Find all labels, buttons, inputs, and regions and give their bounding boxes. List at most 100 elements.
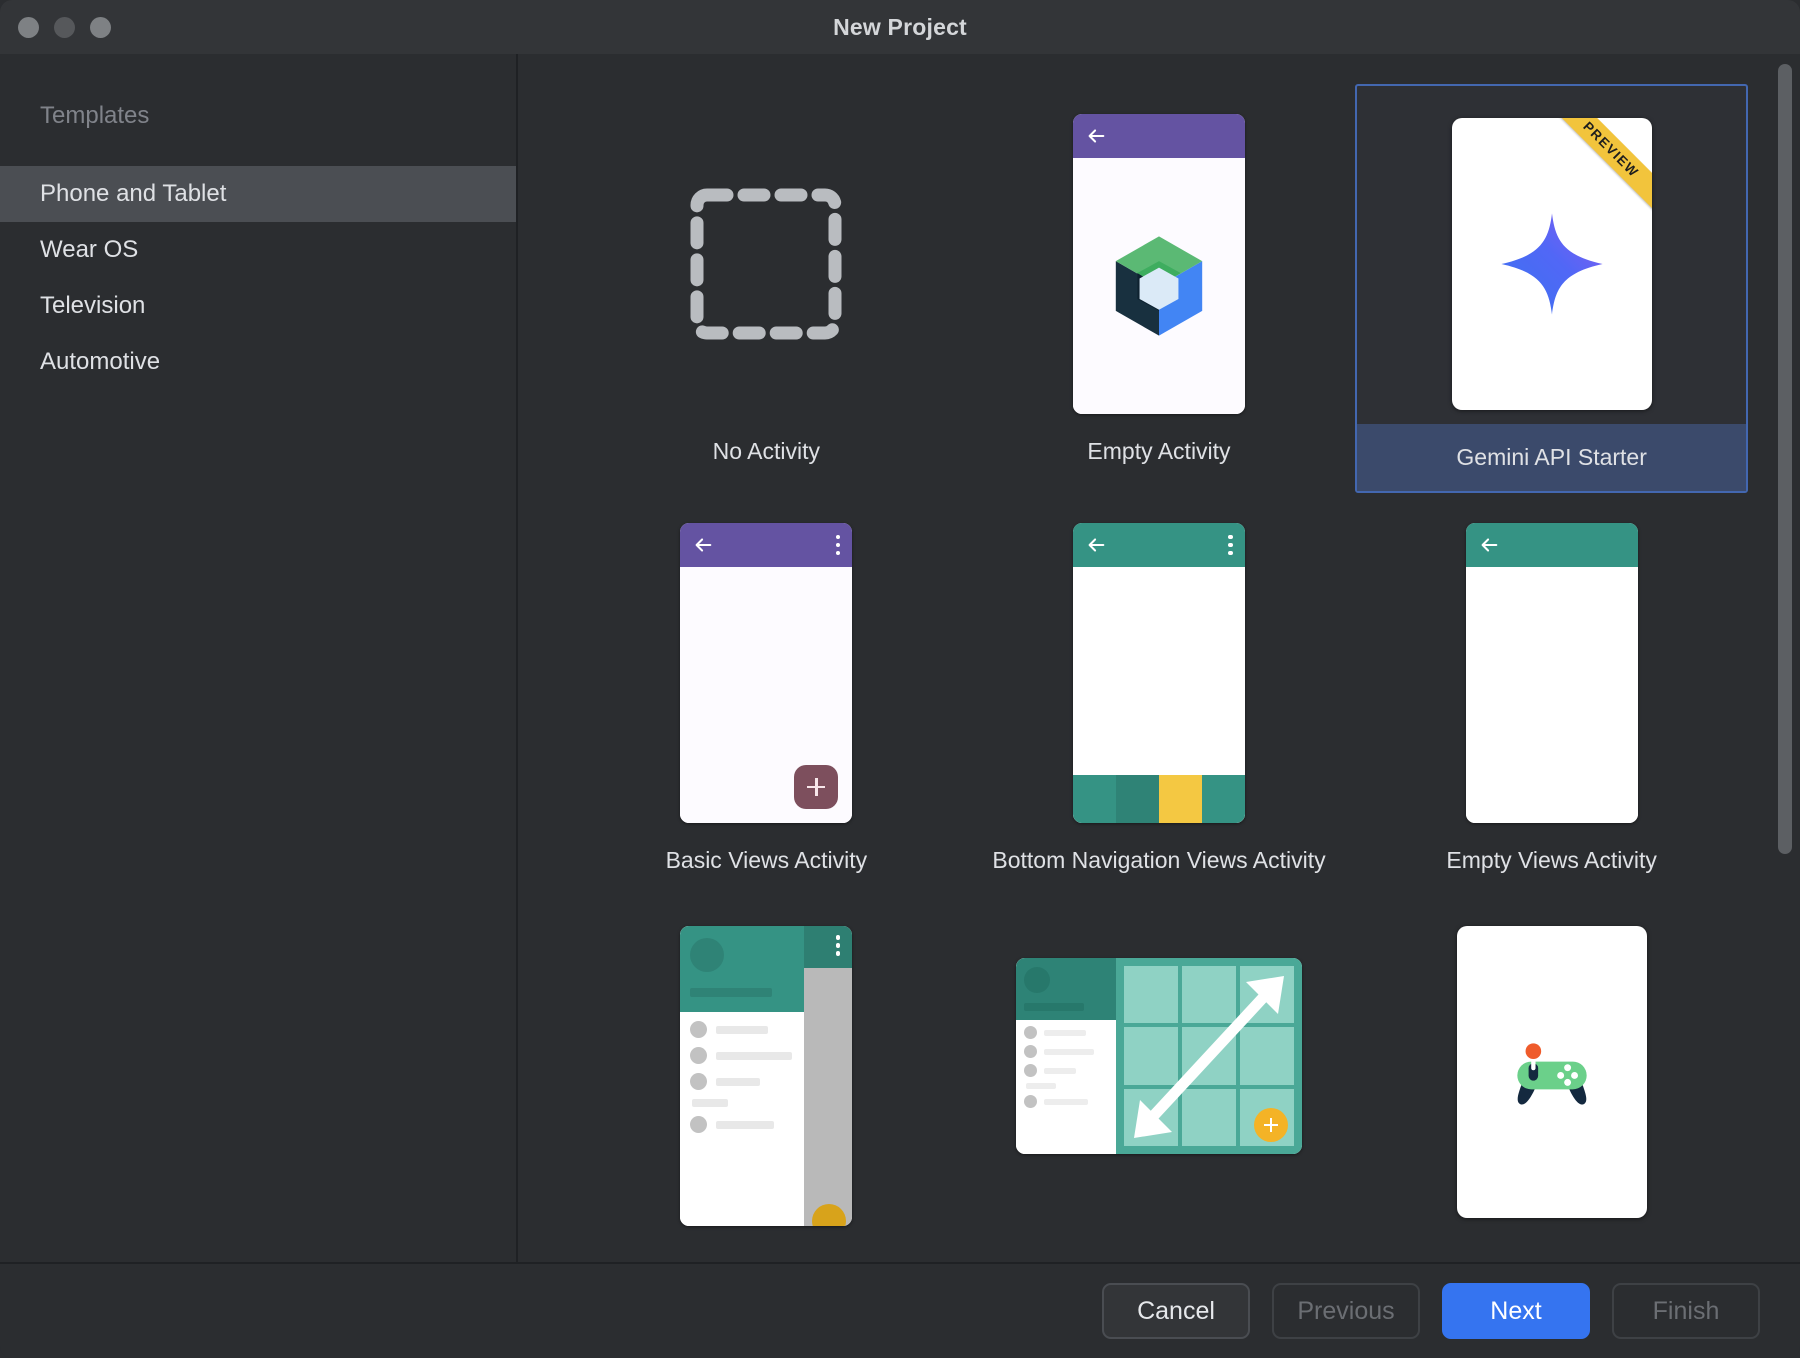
avatar-icon bbox=[1023, 967, 1050, 993]
overflow-menu-icon bbox=[1228, 534, 1233, 556]
back-arrow-icon bbox=[1088, 538, 1105, 552]
sidebar-item-label: Phone and Tablet bbox=[40, 180, 227, 207]
next-button[interactable]: Next bbox=[1442, 1283, 1590, 1339]
back-arrow-icon bbox=[1088, 129, 1105, 143]
game-controller-icon bbox=[1516, 1043, 1587, 1105]
sidebar-item-label: Television bbox=[40, 292, 146, 319]
template-thumbnail bbox=[1465, 517, 1638, 829]
template-card-label bbox=[1357, 1186, 1746, 1230]
template-card-label: Basic Views Activity bbox=[665, 847, 868, 873]
template-card-label: Bottom Navigation Views Activity bbox=[992, 847, 1326, 873]
list-item bbox=[1016, 1077, 1116, 1089]
list-item bbox=[680, 1064, 804, 1090]
drawer-panel bbox=[680, 926, 805, 1226]
sidebar-item-label: Automotive bbox=[40, 348, 161, 375]
scrollbar-thumb[interactable] bbox=[1778, 64, 1792, 854]
template-card-gemini-api-starter[interactable]: PREVIEW Gemini API Starter bbox=[1355, 84, 1748, 493]
title-bar: New Project bbox=[0, 0, 1800, 54]
list-item bbox=[1016, 1020, 1116, 1039]
template-card-label: Gemini API Starter bbox=[1357, 424, 1746, 491]
app-bar bbox=[680, 523, 853, 567]
template-grid: No Activity Empty Activity PREVIEW Gemin… bbox=[518, 54, 1800, 1232]
cancel-button[interactable]: Cancel bbox=[1102, 1283, 1250, 1339]
window-controls bbox=[18, 0, 111, 54]
list-item bbox=[1016, 1058, 1116, 1077]
template-gallery: No Activity Empty Activity PREVIEW Gemin… bbox=[518, 54, 1800, 1262]
overflow-menu-icon bbox=[835, 534, 841, 556]
phone-mock bbox=[680, 523, 853, 823]
grid-pane bbox=[1115, 958, 1302, 1154]
sidebar-item-television[interactable]: Television bbox=[0, 278, 516, 334]
jetpack-compose-cube-icon bbox=[1115, 236, 1203, 336]
dialog-body: Templates Phone and Tablet Wear OS Telev… bbox=[0, 54, 1800, 1262]
template-thumbnail bbox=[1072, 517, 1245, 829]
template-thumbnail bbox=[680, 926, 853, 1226]
list-item bbox=[680, 1090, 804, 1107]
app-bar bbox=[1072, 114, 1245, 158]
list-item bbox=[1016, 1039, 1116, 1058]
phone-canvas bbox=[1072, 158, 1245, 414]
template-thumbnail bbox=[690, 108, 842, 420]
phone-canvas bbox=[1465, 567, 1638, 823]
template-card-bottom-navigation-views-activity[interactable]: Bottom Navigation Views Activity bbox=[963, 493, 1356, 902]
app-bar bbox=[1465, 523, 1638, 567]
dialog-footer: Cancel Previous Next Finish bbox=[0, 1262, 1800, 1358]
floating-action-button-icon bbox=[812, 1204, 847, 1226]
floating-action-button-icon bbox=[794, 765, 839, 809]
finish-button: Finish bbox=[1612, 1283, 1760, 1339]
phone-canvas bbox=[680, 567, 853, 823]
placeholder-bar bbox=[690, 988, 773, 997]
template-card-empty-views-activity[interactable]: Empty Views Activity bbox=[1355, 493, 1748, 902]
list-item bbox=[1016, 1089, 1116, 1108]
drawer-panel bbox=[1015, 958, 1116, 1154]
preview-badge: PREVIEW bbox=[1548, 118, 1652, 212]
drawer-scrim bbox=[804, 926, 853, 1226]
phone-mock bbox=[1072, 523, 1245, 823]
floating-action-button-icon bbox=[1253, 1108, 1288, 1142]
template-thumbnail bbox=[680, 517, 853, 829]
phone-canvas bbox=[1072, 567, 1245, 823]
bottom-navigation-bar-icon bbox=[1072, 775, 1245, 823]
template-thumbnail bbox=[1072, 108, 1245, 420]
templates-sidebar: Templates Phone and Tablet Wear OS Telev… bbox=[0, 54, 518, 1262]
drawer-header bbox=[680, 926, 805, 1012]
template-card-navigation-drawer-views-activity[interactable] bbox=[570, 902, 963, 1232]
sidebar-item-wear-os[interactable]: Wear OS bbox=[0, 222, 516, 278]
template-thumbnail: PREVIEW bbox=[1451, 108, 1652, 420]
navigation-drawer-icon bbox=[680, 926, 853, 1226]
gemini-sparkle-icon bbox=[1501, 213, 1603, 315]
template-card-label: Empty Activity bbox=[1087, 438, 1231, 464]
template-gallery-scrollbar[interactable] bbox=[1770, 54, 1800, 1262]
maximize-window-button[interactable] bbox=[90, 16, 111, 38]
template-card-no-activity[interactable]: No Activity bbox=[570, 84, 963, 493]
close-window-button[interactable] bbox=[18, 16, 39, 38]
template-card-label bbox=[965, 1186, 1354, 1230]
gemini-card: PREVIEW bbox=[1451, 118, 1652, 410]
template-card-game-activity[interactable] bbox=[1355, 902, 1748, 1232]
sidebar-item-phone-and-tablet[interactable]: Phone and Tablet bbox=[0, 166, 516, 222]
new-project-dialog: New Project Templates Phone and Tablet W… bbox=[0, 0, 1800, 1358]
dashed-square-icon bbox=[690, 188, 842, 340]
template-thumbnail bbox=[1015, 926, 1302, 1186]
window-title: New Project bbox=[833, 13, 967, 40]
back-arrow-icon bbox=[695, 538, 712, 552]
sidebar-item-automotive[interactable]: Automotive bbox=[0, 334, 516, 390]
list-item bbox=[680, 1107, 804, 1133]
template-card-empty-activity[interactable]: Empty Activity bbox=[963, 84, 1356, 493]
app-bar bbox=[1072, 523, 1245, 567]
template-thumbnail bbox=[1456, 926, 1647, 1218]
back-arrow-icon bbox=[1481, 538, 1497, 552]
template-card-basic-views-activity[interactable]: Basic Views Activity bbox=[570, 493, 963, 902]
template-card-label: Empty Views Activity bbox=[1446, 847, 1657, 873]
sidebar-heading: Templates bbox=[40, 102, 150, 129]
previous-button: Previous bbox=[1272, 1283, 1420, 1339]
list-item bbox=[680, 1038, 804, 1064]
phone-mock bbox=[1072, 114, 1245, 414]
app-bar bbox=[804, 926, 853, 968]
minimize-window-button[interactable] bbox=[54, 16, 75, 38]
template-card-responsive-views-activity[interactable] bbox=[963, 902, 1356, 1232]
game-card bbox=[1456, 926, 1647, 1218]
avatar-icon bbox=[690, 938, 725, 972]
phone-mock bbox=[1465, 523, 1638, 823]
overflow-menu-icon bbox=[835, 935, 841, 968]
